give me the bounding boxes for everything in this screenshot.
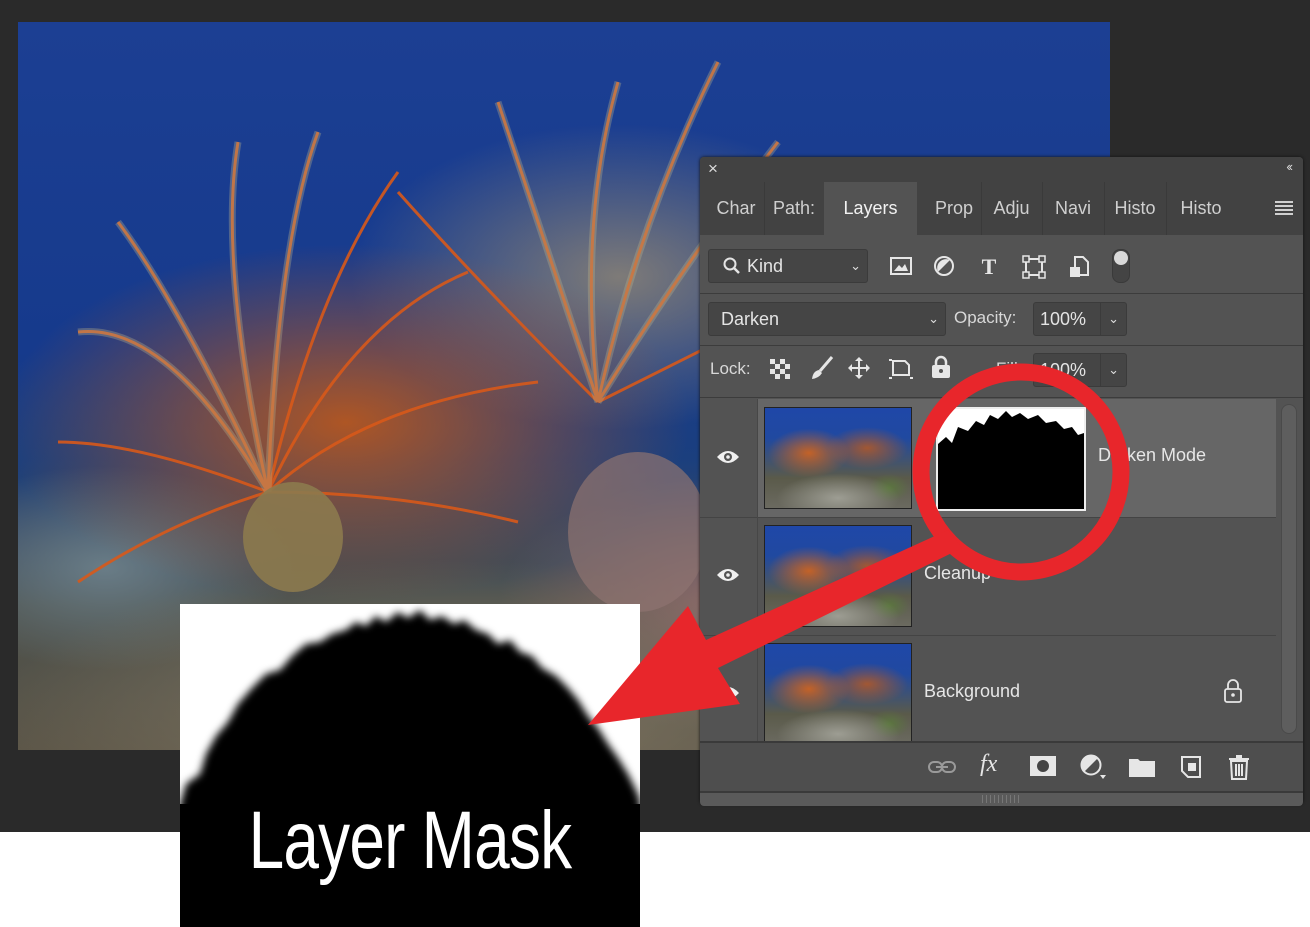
lock-image-pixels-icon[interactable] — [810, 355, 834, 381]
layer-body[interactable]: Cleanup — [758, 517, 1276, 635]
tab-histogram[interactable]: Histo — [1166, 182, 1236, 235]
fill-value: 100% — [1040, 360, 1087, 380]
fill-slider-chevron-icon[interactable]: ⌄ — [1108, 362, 1119, 378]
svg-text:T: T — [982, 255, 997, 277]
opacity-slider-chevron-icon[interactable]: ⌄ — [1108, 311, 1119, 327]
opacity-label: Opacity: — [954, 308, 1017, 327]
visibility-column — [700, 399, 758, 517]
divider — [700, 293, 1303, 294]
new-group-icon[interactable] — [1129, 757, 1155, 777]
opacity-input[interactable]: 100% ⌄ — [1033, 302, 1127, 336]
new-layer-icon[interactable] — [1180, 755, 1202, 779]
lock-label: Lock: — [710, 359, 751, 378]
lock-transparent-pixels-icon[interactable] — [770, 359, 790, 379]
adjustment-layer-icon[interactable] — [1080, 754, 1108, 780]
panel-menu-icon[interactable] — [1275, 201, 1293, 215]
layer-name[interactable]: Darken Mode — [1098, 445, 1206, 466]
layer-body[interactable]: Darken Mode — [758, 399, 1276, 517]
fill-label: Fill: — [996, 359, 1023, 378]
tab-navigator[interactable]: Navi — [1042, 182, 1105, 235]
adjustment-layer-filter-icon[interactable] — [933, 255, 955, 277]
filter-toggle-switch[interactable] — [1112, 249, 1130, 283]
search-icon — [723, 257, 740, 274]
type-layer-filter-icon[interactable]: T — [978, 255, 1000, 277]
layer-style-icon[interactable]: fx — [980, 751, 997, 778]
divider — [700, 345, 1303, 346]
chevron-down-icon: ⌄ — [850, 258, 861, 273]
tab-adjustments[interactable]: Adju — [981, 182, 1043, 235]
shape-layer-filter-icon[interactable] — [1022, 255, 1046, 279]
layers-footer-toolbar: fx — [700, 741, 1303, 793]
blend-mode-dropdown[interactable]: Darken ⌄ — [708, 302, 946, 336]
layer-name[interactable]: Cleanup — [924, 563, 991, 584]
chevron-down-icon: ⌄ — [928, 311, 939, 326]
opacity-value: 100% — [1040, 309, 1087, 329]
link-layers-icon[interactable] — [928, 759, 956, 775]
layer-thumbnail[interactable] — [764, 407, 912, 509]
layer-name[interactable]: Background — [924, 681, 1020, 702]
layer-body[interactable]: Background — [758, 635, 1276, 741]
delete-layer-icon[interactable] — [1228, 754, 1250, 780]
lock-artboard-icon[interactable] — [888, 356, 914, 380]
mask-silhouette — [938, 411, 1084, 509]
layer-row-cleanup[interactable]: Cleanup — [700, 517, 1276, 636]
panel-title-bar: × ‹‹ — [700, 157, 1303, 182]
add-mask-icon[interactable] — [1030, 756, 1056, 776]
tab-layers[interactable]: Layers — [824, 182, 917, 235]
eye-icon[interactable] — [716, 685, 740, 701]
tab-properties[interactable]: Prop — [927, 182, 982, 235]
filter-kind-label: Kind — [747, 256, 784, 276]
layer-mask-thumbnail[interactable] — [936, 407, 1086, 511]
lock-position-icon[interactable] — [847, 356, 871, 380]
tab-paths[interactable]: Path: — [764, 182, 825, 235]
visibility-column — [700, 517, 758, 635]
layers-scrollbar[interactable] — [1281, 404, 1297, 734]
layer-row-darken-mode[interactable]: Darken Mode — [700, 399, 1276, 518]
pixel-layer-filter-icon[interactable] — [890, 256, 912, 276]
filter-kind-dropdown[interactable]: Kind ⌄ — [708, 249, 868, 283]
panel-tabs: Char Path: Layers Prop Adju Navi Histo H… — [700, 182, 1303, 235]
layer-mask-callout: Layer Mask — [180, 604, 640, 927]
layer-mask-title: Layer Mask — [248, 795, 573, 886]
smart-object-filter-icon[interactable] — [1068, 255, 1090, 279]
visibility-column — [700, 635, 758, 741]
panel-resize-grip[interactable] — [700, 791, 1303, 806]
divider — [700, 397, 1303, 398]
eye-icon[interactable] — [716, 449, 740, 465]
layers-panel: × ‹‹ Char Path: Layers Prop Adju Navi Hi… — [700, 157, 1303, 806]
collapse-panel-icon[interactable]: ‹‹ — [1286, 159, 1293, 174]
filter-toggle-icon — [1114, 251, 1128, 265]
close-panel-icon[interactable]: × — [708, 159, 718, 179]
fill-input[interactable]: 100% ⌄ — [1033, 353, 1127, 387]
layer-lock-icon[interactable] — [1224, 679, 1242, 703]
layer-thumbnail[interactable] — [764, 643, 912, 741]
layer-row-background[interactable]: Background — [700, 635, 1276, 741]
layers-list: Darken Mode Cleanup Background — [700, 399, 1276, 741]
tab-character[interactable]: Char — [708, 182, 765, 235]
lock-all-icon[interactable] — [931, 355, 951, 379]
tab-history[interactable]: Histo — [1104, 182, 1167, 235]
layer-thumbnail[interactable] — [764, 525, 912, 627]
eye-icon[interactable] — [716, 567, 740, 583]
blend-mode-value: Darken — [721, 309, 780, 329]
